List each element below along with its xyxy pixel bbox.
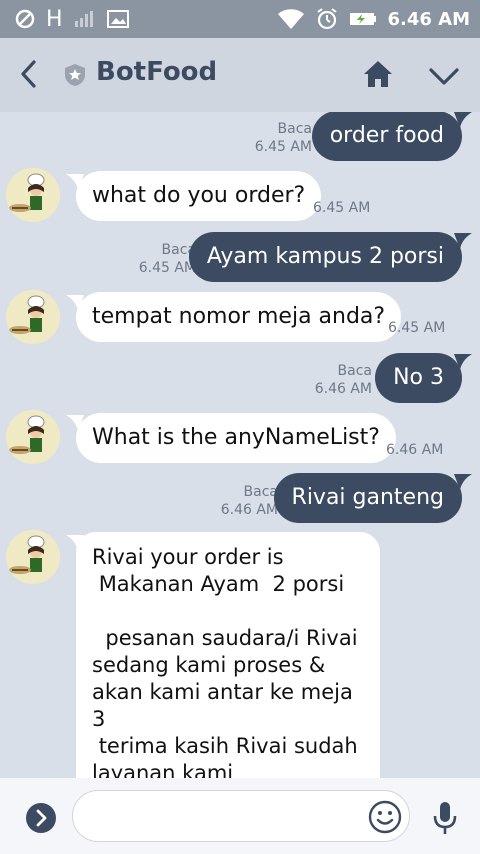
read-receipt: Baca xyxy=(337,363,372,379)
bubble-tail xyxy=(454,112,472,128)
outgoing-message[interactable]: Ayam kampus 2 porsi xyxy=(188,232,462,282)
message-time: 6.45 AM xyxy=(138,260,196,276)
chat-header: BotFood xyxy=(0,38,480,112)
message-time: 6.46 AM xyxy=(220,502,278,518)
message-input-bar xyxy=(0,778,480,854)
blocked-icon xyxy=(15,9,35,29)
incoming-message[interactable]: what do you order? xyxy=(76,171,322,221)
read-receipt: Baca xyxy=(243,484,278,500)
chat-area[interactable]: Baca 6.45 AM order food what do you orde… xyxy=(0,112,480,778)
chef-avatar-icon xyxy=(6,168,60,222)
message-meta: Baca 6.46 AM xyxy=(315,362,372,398)
wifi-icon xyxy=(278,9,305,29)
incoming-message[interactable]: tempat nomor meja anda? xyxy=(76,292,402,342)
incoming-message[interactable]: What is the anyNameList? xyxy=(76,413,396,463)
message-meta: Baca 6.45 AM xyxy=(255,120,312,156)
message-time: 6.46 AM xyxy=(314,381,372,397)
bot-avatar[interactable] xyxy=(6,290,60,344)
status-bar: H 6.46 AM xyxy=(0,0,480,38)
bubble-tail xyxy=(454,474,472,490)
image-icon xyxy=(106,10,129,28)
read-receipt: Baca xyxy=(277,121,312,137)
home-icon[interactable] xyxy=(362,58,394,90)
expand-button[interactable] xyxy=(26,803,56,833)
read-receipt: Baca xyxy=(161,242,196,258)
message-time: 6.46 AM xyxy=(386,442,444,458)
outgoing-message[interactable]: Rivai ganteng xyxy=(273,473,462,523)
bubble-tail xyxy=(454,354,472,370)
battery-icon xyxy=(350,13,377,25)
message-time: 6.45 AM xyxy=(388,320,446,336)
bot-avatar[interactable] xyxy=(6,530,60,584)
bot-avatar[interactable] xyxy=(6,410,60,464)
alarm-icon xyxy=(317,8,338,30)
bot-avatar[interactable] xyxy=(6,168,60,222)
microphone-icon[interactable] xyxy=(432,800,458,836)
outgoing-message[interactable]: order food xyxy=(311,112,462,161)
back-chevron-icon[interactable] xyxy=(14,56,46,92)
chef-avatar-icon xyxy=(6,530,60,584)
message-input[interactable] xyxy=(72,790,410,842)
message-meta: Baca 6.45 AM xyxy=(139,241,196,277)
message-meta: Baca 6.46 AM xyxy=(221,483,278,519)
chat-title: BotFood xyxy=(96,57,218,87)
network-type: H xyxy=(46,6,63,32)
clock: 6.46 AM xyxy=(387,8,470,30)
send-arrow-icon xyxy=(36,809,47,827)
chef-avatar-icon xyxy=(6,290,60,344)
shield-icon xyxy=(65,64,85,86)
message-time: 6.45 AM xyxy=(254,139,312,155)
message-time: 6.45 AM xyxy=(313,200,371,216)
incoming-message[interactable]: Rivai your order is Makanan Ayam 2 porsi… xyxy=(76,532,380,778)
signal-icon xyxy=(74,11,93,27)
chevron-down-icon[interactable] xyxy=(426,62,462,90)
outgoing-message[interactable]: No 3 xyxy=(375,353,462,403)
bubble-tail xyxy=(454,233,472,249)
chef-avatar-icon xyxy=(6,410,60,464)
emoji-icon[interactable] xyxy=(368,800,402,834)
